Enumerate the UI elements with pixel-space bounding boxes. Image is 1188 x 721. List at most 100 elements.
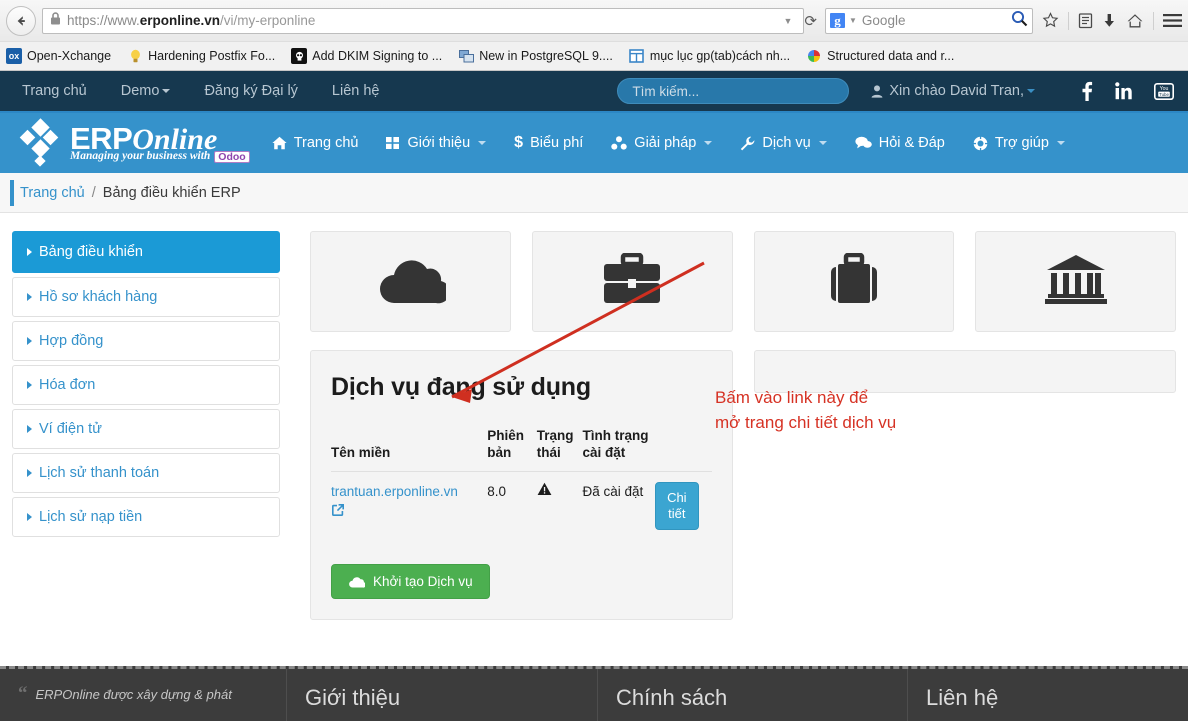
back-arrow-icon	[17, 15, 25, 26]
browser-search-bar[interactable]: g ▼ Google	[825, 7, 1033, 34]
create-service-label: Khởi tạo Dịch vụ	[373, 574, 473, 590]
bookmark-star-icon[interactable]	[1042, 12, 1059, 29]
sidebar: Bảng điều khiển Hồ sơ khách hàng Hợp đồn…	[12, 231, 280, 668]
footer-column-about: Giới thiệu	[287, 669, 598, 721]
youtube-icon[interactable]: You Tube	[1154, 82, 1174, 100]
bookmark-label: New in PostgreSQL 9....	[479, 49, 613, 63]
nav-item-help[interactable]: Trợ giúp	[972, 135, 1065, 151]
footer-column-contact: Liên hệ	[908, 669, 1188, 721]
sidebar-item-ewallet[interactable]: Ví điện tử	[12, 409, 280, 449]
external-link-icon[interactable]	[331, 503, 345, 523]
sidebar-item-customer-profile[interactable]: Hồ sơ khách hàng	[12, 277, 280, 317]
chevron-down-icon	[1027, 89, 1035, 93]
card-bank[interactable]	[975, 231, 1176, 332]
cell-domain: trantuan.erponline.vn	[331, 471, 487, 540]
chevron-down-icon[interactable]: ▼	[784, 16, 793, 26]
bookmark-item[interactable]: New in PostgreSQL 9....	[458, 48, 613, 64]
menu-hamburger-icon[interactable]	[1163, 13, 1182, 28]
annotation-text: Bấm vào link này để mở trang chi tiết dị…	[715, 386, 896, 435]
nav-item-faq[interactable]: Hỏi & Đáp	[855, 135, 945, 151]
col-status: Trạng thái	[536, 424, 583, 472]
bookmark-item[interactable]: ox Open-Xchange	[6, 48, 111, 64]
detail-button[interactable]: Chi tiết	[654, 481, 699, 531]
site-search-input[interactable]: Tìm kiếm...	[617, 78, 850, 104]
home-icon[interactable]	[1126, 12, 1144, 29]
dollar-icon: $	[514, 134, 524, 151]
chevron-down-icon[interactable]: ▼	[849, 16, 857, 25]
url-domain: erponline.vn	[139, 13, 221, 28]
nav-item-about[interactable]: Giới thiệu	[386, 135, 487, 151]
downloads-icon[interactable]	[1102, 12, 1117, 29]
utility-link-demo-label: Demo	[120, 83, 160, 99]
url-bar[interactable]: https://www.erponline.vn/vi/my-erponline…	[42, 7, 805, 34]
bookmark-item[interactable]: mục lục gp(tab)cách nh...	[629, 48, 790, 64]
social-links: You Tube	[1059, 81, 1174, 101]
nav-item-solutions[interactable]: Giải pháp	[611, 135, 713, 151]
sidebar-item-contracts[interactable]: Hợp đồng	[12, 321, 280, 361]
nav-item-home[interactable]: Trang chủ	[272, 135, 358, 151]
bookmark-item[interactable]: Structured data and r...	[806, 48, 954, 64]
linkedin-icon[interactable]	[1115, 82, 1132, 100]
breadcrumb-home[interactable]: Trang chủ	[20, 185, 85, 201]
col-install-state: Tình trạng cài đặt	[582, 424, 655, 472]
sidebar-item-payment-history[interactable]: Lịch sử thanh toán	[12, 453, 280, 493]
utility-link-home[interactable]: Trang chủ	[22, 83, 87, 99]
col-domain: Tên miền	[331, 424, 488, 472]
breadcrumb: Trang chủ / Bảng điều khiển ERP	[0, 173, 1188, 213]
grid-icon	[386, 136, 400, 150]
annotation-line-2: mở trang chi tiết dịch vụ	[715, 412, 897, 432]
logo-tagline-text: Managing your business with	[70, 150, 211, 163]
suitcase-icon	[825, 252, 883, 310]
reload-icon[interactable]: ⟳	[804, 12, 817, 30]
bookmarks-bar: ox Open-Xchange Hardening Postfix Fo... …	[0, 41, 1188, 70]
back-button[interactable]	[6, 5, 36, 36]
utility-link-demo[interactable]: Demo	[121, 83, 171, 99]
card-briefcase[interactable]	[531, 231, 733, 332]
bookmark-label: Add DKIM Signing to ...	[312, 49, 443, 63]
card-suitcase[interactable]	[753, 231, 955, 332]
breadcrumb-separator: /	[91, 184, 96, 201]
services-panel-title: Dịch vụ đang sử dụng	[331, 373, 591, 401]
utility-link-agent-registration[interactable]: Đăng ký Đại lý	[204, 83, 297, 99]
services-panel: Dịch vụ đang sử dụng Tên miền Phiên bản …	[310, 350, 733, 621]
toolbar-divider	[1153, 11, 1154, 30]
nav-item-services[interactable]: Dịch vụ	[740, 135, 827, 151]
sidebar-item-invoices[interactable]: Hóa đơn	[12, 365, 280, 405]
bookmark-item[interactable]: Hardening Postfix Fo...	[127, 48, 275, 64]
cloud-icon	[374, 253, 451, 310]
service-domain-link[interactable]: trantuan.erponline.vn	[331, 484, 458, 499]
cell-status	[537, 471, 583, 540]
sidebar-item-dashboard[interactable]: Bảng điều khiển	[12, 231, 280, 273]
ox-icon: ox	[6, 48, 22, 64]
annotation-line-1: Bấm vào link này để	[715, 388, 869, 407]
user-greeting-menu[interactable]: Xin chào David Tran,	[871, 83, 1035, 99]
magnifier-icon[interactable]	[1011, 10, 1028, 32]
card-cloud[interactable]	[310, 231, 511, 332]
bookmark-item[interactable]: Add DKIM Signing to ...	[291, 48, 442, 64]
bookmark-label: Open-Xchange	[27, 49, 112, 63]
site-logo[interactable]: ERP Online Managing your business with Od…	[18, 118, 250, 167]
reader-icon[interactable]	[1078, 12, 1093, 29]
home-icon	[272, 136, 287, 150]
bookmark-label: Structured data and r...	[827, 49, 955, 63]
nav-item-solutions-label: Giải pháp	[634, 135, 697, 151]
nav-item-about-label: Giới thiệu	[407, 135, 471, 151]
sidebar-item-label: Ví điện tử	[39, 421, 102, 437]
sidebar-item-topup-history[interactable]: Lịch sử nạp tiền	[12, 497, 280, 537]
comments-icon	[855, 136, 872, 150]
facebook-icon[interactable]	[1081, 81, 1093, 101]
footer-quote-column: “ ERPOnline được xây dựng & phát	[0, 669, 287, 721]
chevron-down-icon	[478, 141, 487, 145]
utility-link-contact[interactable]: Liên hệ	[332, 83, 380, 99]
odoo-badge: Odoo	[214, 150, 250, 164]
create-service-button[interactable]: Khởi tạo Dịch vụ	[331, 564, 490, 600]
col-actions	[654, 424, 712, 472]
sitemap-icon	[611, 136, 627, 150]
window-icon	[629, 48, 645, 64]
google-icon	[806, 48, 822, 64]
summary-cards	[310, 231, 1176, 332]
skull-icon	[291, 48, 308, 64]
erponline-diamond-logo	[18, 118, 64, 167]
footer-heading-about: Giới thiệu	[305, 685, 401, 710]
nav-item-pricing[interactable]: $ Biểu phí	[514, 134, 583, 152]
